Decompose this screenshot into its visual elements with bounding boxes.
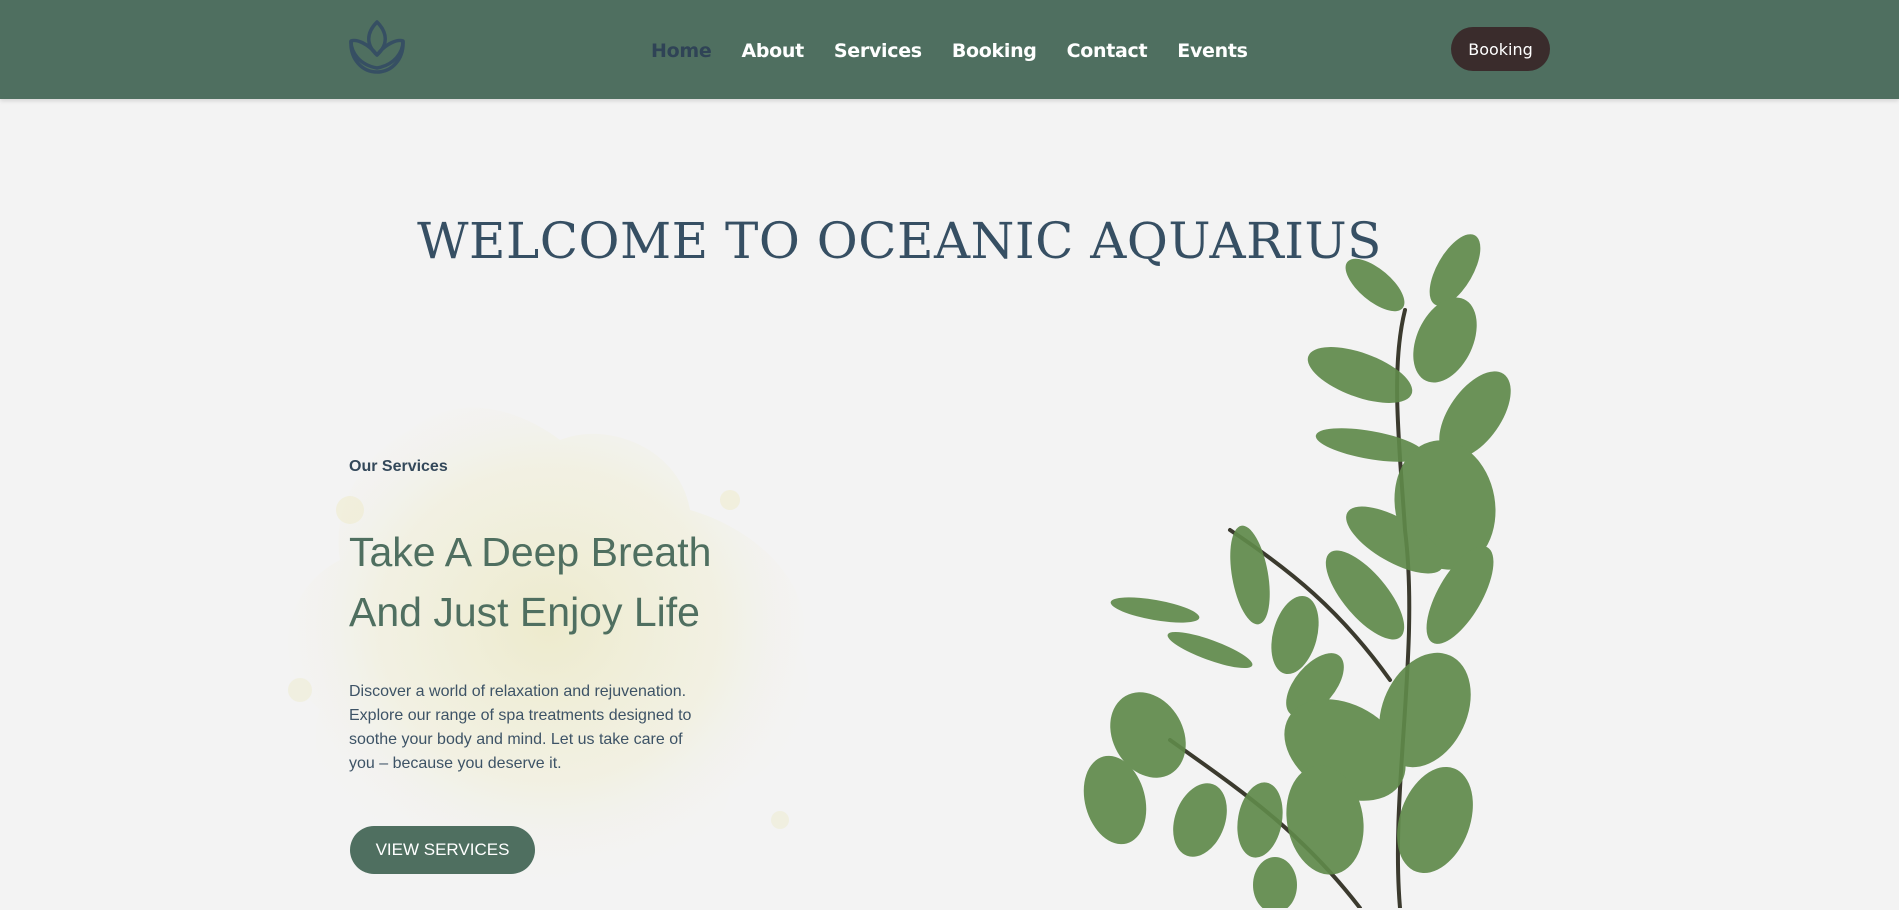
eucalyptus-plant-image	[1083, 234, 1511, 908]
section-label: Our Services	[349, 458, 448, 475]
top-navbar: Home About Services Booking Contact Even…	[0, 0, 1899, 99]
nav-link-contact[interactable]: Contact	[1067, 40, 1148, 62]
nav-link-services[interactable]: Services	[834, 40, 922, 62]
watercolor-splash-image	[287, 407, 810, 892]
main-nav: Home About Services Booking Contact Even…	[651, 36, 1248, 66]
booking-button[interactable]: Booking	[1451, 27, 1550, 71]
nav-link-about[interactable]: About	[741, 40, 804, 62]
nav-link-home[interactable]: Home	[651, 40, 712, 62]
hero-title: Take A Deep Breath And Just Enjoy Life	[349, 522, 809, 642]
hero-title-line1: Take A Deep Breath	[349, 529, 712, 575]
lotus-logo-icon[interactable]	[348, 19, 406, 75]
nav-link-events[interactable]: Events	[1177, 40, 1248, 62]
view-services-button[interactable]: VIEW SERVICES	[350, 826, 535, 874]
welcome-title: WELCOME TO OCEANIC AQUARIUS	[417, 212, 1382, 270]
hero-title-line2: And Just Enjoy Life	[349, 589, 700, 635]
nav-link-booking[interactable]: Booking	[952, 40, 1037, 62]
hero-description: Discover a world of relaxation and rejuv…	[349, 683, 692, 772]
